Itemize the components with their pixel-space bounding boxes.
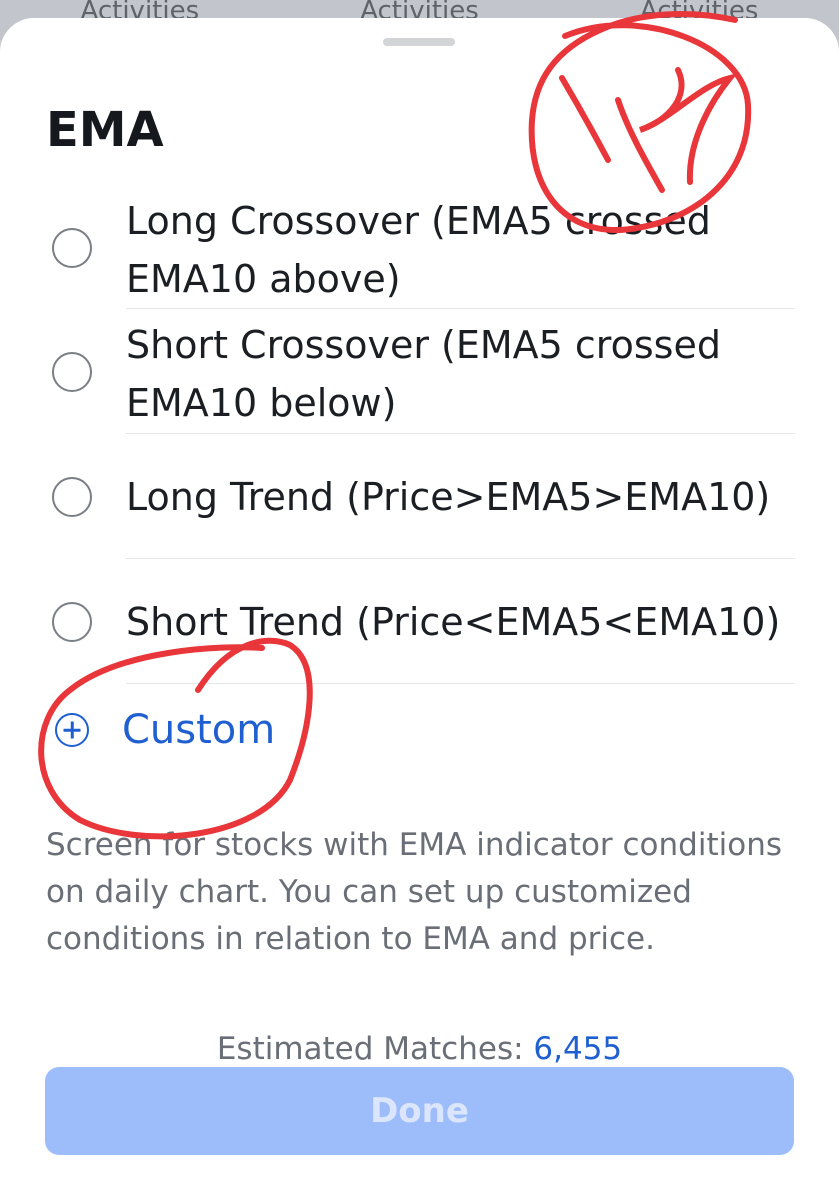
indicator-description: Screen for stocks with EMA indicator con… — [46, 827, 782, 957]
custom-condition-button[interactable]: Custom — [0, 700, 400, 764]
radio-icon[interactable] — [52, 228, 92, 268]
option-long-crossover[interactable]: Long Crossover (EMA5 crossed EMA10 above… — [0, 184, 839, 309]
option-short-crossover[interactable]: Short Crossover (EMA5 crossed EMA10 belo… — [0, 309, 839, 434]
radio-icon[interactable] — [52, 352, 92, 392]
matches-count: 6,455 — [533, 1031, 623, 1067]
sheet-drag-handle[interactable] — [383, 38, 455, 46]
option-short-trend[interactable]: Short Trend (Price<EMA5<EMA10) — [0, 559, 839, 684]
radio-icon[interactable] — [52, 477, 92, 517]
option-label: Long Crossover (EMA5 crossed EMA10 above… — [126, 199, 711, 301]
option-label: Short Trend (Price<EMA5<EMA10) — [126, 600, 781, 644]
option-long-trend[interactable]: Long Trend (Price>EMA5>EMA10) — [0, 434, 839, 559]
option-label: Short Crossover (EMA5 crossed EMA10 belo… — [126, 323, 721, 425]
option-label: Long Trend (Price>EMA5>EMA10) — [126, 475, 771, 519]
matches-label: Estimated Matches: — [216, 1031, 524, 1067]
divider — [126, 682, 795, 684]
radio-icon[interactable] — [52, 602, 92, 642]
estimated-matches: Estimated Matches: 6,455 — [0, 1027, 839, 1071]
done-button[interactable]: Done — [45, 1067, 794, 1155]
sheet-title: EMA — [46, 102, 164, 158]
plus-circle-icon — [55, 713, 89, 747]
custom-label: Custom — [122, 707, 276, 753]
